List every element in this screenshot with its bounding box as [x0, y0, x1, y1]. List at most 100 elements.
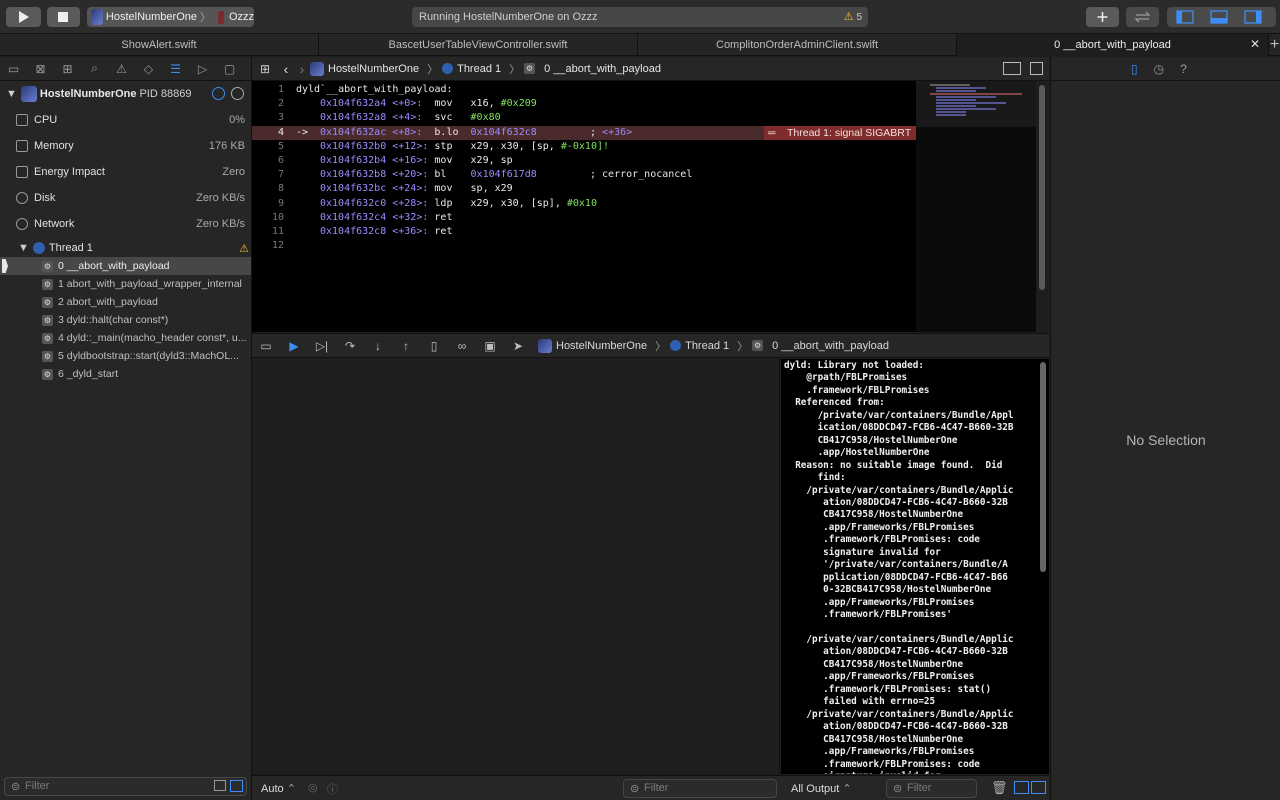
report-icon[interactable]: ▢ [216, 57, 243, 81]
folder-icon[interactable]: ▭ [0, 57, 27, 81]
breadcrumb-thread[interactable]: Thread 1 [442, 63, 501, 75]
editor-scrollbar[interactable] [1039, 85, 1045, 290]
auto-selector[interactable]: Auto ⌃ [261, 782, 296, 795]
stack-frame[interactable]: ⚙ 0 __abort_with_payload [0, 257, 251, 275]
environment-overrides-icon[interactable]: ▣ [476, 339, 504, 353]
minimap[interactable] [916, 81, 1036, 332]
disclosure-open-icon[interactable]: ▼ [18, 242, 29, 254]
code-line[interactable]: 9 0x104f632c0 <+28>: ldp x29, x30, [sp], … [252, 197, 916, 211]
code-line[interactable]: 4 -> 0x104f632ac <+8>: b.lo 0x104f632c8; <… [252, 125, 916, 140]
add-editor-icon[interactable] [1030, 62, 1043, 75]
show-variables-icon[interactable] [1014, 781, 1029, 794]
console-scrollbar[interactable] [1040, 362, 1046, 572]
code-lines-icon[interactable] [1003, 62, 1021, 75]
process-row[interactable]: ▼ HostelNumberOne PID 88869 [0, 81, 251, 107]
source-control-icon[interactable]: ⊠ [27, 57, 54, 81]
code-line[interactable]: 5 0x104f632b0 <+12>: stp x29, x30, [sp, #… [252, 140, 916, 154]
thread-icon [670, 340, 682, 351]
output-selector[interactable]: All Output ⌃ [791, 782, 852, 795]
back-arrow-icon[interactable]: ‹ [278, 61, 294, 77]
gauge-energy[interactable]: Energy Impact Zero [0, 159, 251, 185]
stack-frame[interactable]: ⚙ 1 abort_with_payload_wrapper_internal [0, 275, 251, 293]
line-number: 12 [271, 240, 284, 252]
forward-arrow-icon[interactable]: › [294, 61, 310, 77]
show-console-icon[interactable] [1031, 781, 1046, 794]
warning-badge[interactable]: ⚠ 5 [844, 10, 862, 23]
console-output[interactable]: dyld: Library not loaded: @rpath/FBLProm… [781, 359, 1049, 774]
stop-button[interactable] [47, 7, 80, 27]
stack-frame[interactable]: ⚙ 3 dyld::halt(char const*) [0, 311, 251, 329]
breadcrumb-frame[interactable]: ⚙ 0 __abort_with_payload [752, 340, 889, 352]
hide-debug-area-icon[interactable]: ▭ [252, 339, 280, 353]
continue-icon[interactable]: ▷| [308, 339, 336, 353]
breadcrumb-thread[interactable]: Thread 1 [670, 340, 729, 352]
search-icon[interactable]: ⌕ [81, 57, 108, 81]
tab-compliton-order[interactable]: ComplitonOrderAdminClient.swift [638, 34, 957, 56]
stack-frame[interactable]: ⚙ 5 dyldbootstrap::start(dyld3::MachOL... [0, 347, 251, 365]
code-text: 0x104f632b8 <+20>: bl 0x104f617d8; cerro… [320, 169, 693, 181]
navigator-filter-field[interactable]: ⊜ Filter [4, 777, 247, 796]
help-icon[interactable]: ? [1180, 62, 1187, 76]
filter-options-icon[interactable] [214, 780, 226, 791]
info-icon[interactable]: ⓘ [327, 781, 338, 797]
activity-viewer[interactable]: Running HostelNumberOne on Ozzz ⚠ 5 [412, 7, 868, 27]
breakpoints-toggle-icon[interactable]: ▶ [280, 339, 308, 353]
code-line[interactable]: 12 [252, 239, 916, 253]
error-banner[interactable]: ═ Thread 1: signal SIGABRT [764, 125, 916, 140]
library-button[interactable] [1086, 7, 1119, 27]
gauge-cpu[interactable]: CPU 0% [0, 107, 251, 133]
breadcrumb-project[interactable]: HostelNumberOne [310, 61, 419, 76]
breakpoint-icon[interactable]: ▷ [189, 57, 216, 81]
step-out-icon[interactable]: ↑ [392, 339, 420, 353]
gauge-memory[interactable]: Memory 176 KB [0, 133, 251, 159]
code-line[interactable]: 11 0x104f632c8 <+36>: ret [252, 225, 916, 239]
disclosure-open-icon[interactable]: ▼ [6, 88, 17, 100]
symbol-icon[interactable]: ⊞ [54, 57, 81, 81]
view-hierarchy-icon[interactable]: ▯ [420, 339, 448, 353]
process-options-icon[interactable] [231, 87, 244, 100]
memory-graph-icon[interactable]: ∞ [448, 339, 476, 353]
tab-show-alert[interactable]: ShowAlert.swift [0, 34, 319, 56]
step-over-icon[interactable]: ↷ [336, 339, 364, 353]
step-into-icon[interactable]: ↓ [364, 339, 392, 353]
trash-icon[interactable]: 🗑 [991, 780, 1008, 796]
gauge-network[interactable]: Network Zero KB/s [0, 211, 251, 237]
related-items-icon[interactable]: ⊞ [252, 62, 278, 76]
breadcrumb-project[interactable]: HostelNumberOne [538, 338, 647, 353]
stack-frame[interactable]: ⚙ 4 dyld::_main(macho_header const*, u... [0, 329, 251, 347]
file-inspector-icon[interactable]: ▯ [1131, 62, 1138, 76]
breadcrumb-frame[interactable]: ⚙ 0 __abort_with_payload [524, 63, 661, 75]
code-line[interactable]: 7 0x104f632b8 <+20>: bl 0x104f617d8; cerr… [252, 168, 916, 182]
debug-icon[interactable]: ☰ [162, 57, 189, 81]
code-line[interactable]: 6 0x104f632b4 <+16>: mov x29, sp [252, 154, 916, 168]
add-tab-icon[interactable]: + [1269, 34, 1280, 55]
stack-frame[interactable]: ⚙ 6 _dyld_start [0, 365, 251, 383]
code-line[interactable]: 2 0x104f632a4 <+0>: mov x16, #0x209 [252, 97, 916, 111]
tab-label: BascetUserTableViewController.swift [388, 39, 568, 51]
test-icon[interactable]: ◇ [135, 57, 162, 81]
line-number: 3 [277, 112, 284, 124]
close-icon[interactable]: ✕ [1250, 37, 1260, 51]
issue-icon[interactable]: ⚠ [108, 57, 135, 81]
stack-frame[interactable]: ⚙ 2 abort_with_payload [0, 293, 251, 311]
variables-view[interactable] [252, 359, 780, 774]
thread-row[interactable]: ▼ Thread 1 ⚠ [0, 239, 251, 257]
code-line[interactable]: 1 dyld`__abort_with_payload: [252, 83, 916, 97]
console-filter-field[interactable]: ⊜ Filter [886, 779, 977, 798]
disassembly-editor[interactable]: 1 dyld`__abort_with_payload: 2 0x104f632a4 … [252, 81, 916, 332]
location-icon[interactable]: ➤ [504, 339, 532, 353]
tab-bascet-user-table[interactable]: BascetUserTableViewController.swift [319, 34, 638, 56]
code-review-button[interactable] [1126, 7, 1159, 27]
scheme-selector[interactable]: HostelNumberOne 〉 Ozzz [87, 7, 254, 27]
filter-crashed-icon[interactable] [230, 780, 243, 792]
tab-abort-with-payload[interactable]: 0 __abort_with_payload ✕ [957, 34, 1269, 56]
quick-look-icon[interactable]: ◎ [308, 781, 318, 794]
variables-filter-field[interactable]: ⊜ Filter [623, 779, 777, 798]
code-line[interactable]: 3 0x104f632a8 <+4>: svc #0x80 [252, 111, 916, 125]
history-icon[interactable]: ◷ [1154, 62, 1164, 76]
code-line[interactable]: 10 0x104f632c4 <+32>: ret [252, 211, 916, 225]
code-line[interactable]: 8 0x104f632bc <+24>: mov sp, x29 [252, 182, 916, 196]
run-button[interactable] [6, 7, 41, 27]
gauge-disk[interactable]: Disk Zero KB/s [0, 185, 251, 211]
view-debugger-icon[interactable] [212, 87, 225, 100]
